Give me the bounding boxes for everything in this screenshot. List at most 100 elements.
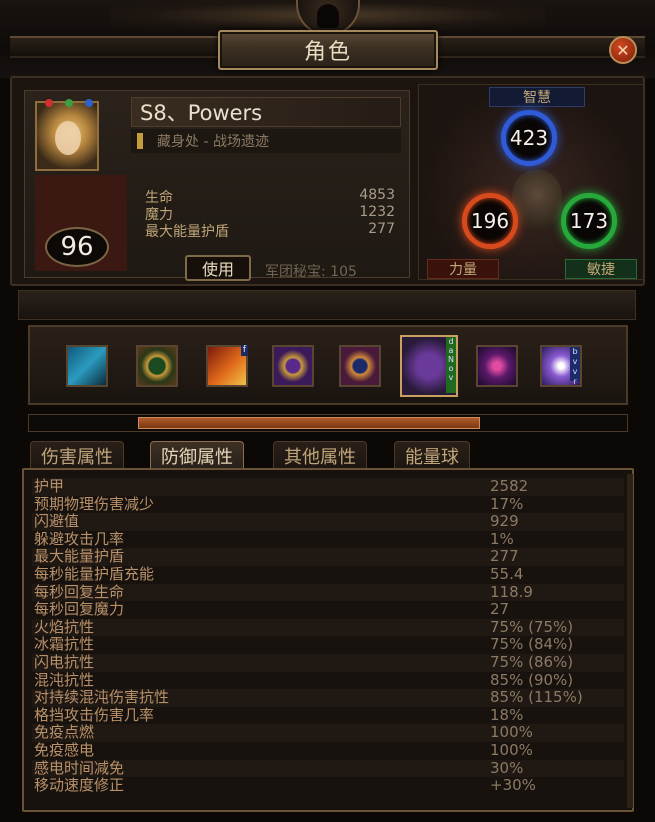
stat-label: 火焰抗性 xyxy=(34,617,95,636)
resource-label: 生命 xyxy=(145,190,173,206)
skill-bar: f d a N o v b v v r xyxy=(28,325,628,405)
attribute-statue-icon xyxy=(512,170,562,230)
level-badge: 96 xyxy=(45,227,109,267)
character-panel: 96 S8、Powers 藏身处 - 战场遗迹 生命 4853 魔力 1232 … xyxy=(10,76,645,286)
portrait-gem-blue-icon xyxy=(85,99,93,107)
intelligence-value[interactable]: 423 xyxy=(501,110,557,166)
skill-scrollbar-thumb[interactable] xyxy=(138,417,481,429)
stat-value: 1% xyxy=(490,529,514,548)
stat-row: 最大能量护盾 277 xyxy=(32,548,624,566)
stat-value: 17% xyxy=(490,494,524,513)
resource-row-mana: 魔力 1232 xyxy=(145,204,395,223)
stat-row: 移动速度修正 +30% xyxy=(32,777,624,795)
stat-label: 每秒回复魔力 xyxy=(34,600,125,619)
resource-value: 4853 xyxy=(359,187,395,203)
stat-label: 感电时间减免 xyxy=(34,758,125,777)
section-divider xyxy=(18,290,636,320)
title-plate: 角色 xyxy=(218,30,438,70)
stat-row: 免疫感电 100% xyxy=(32,742,624,760)
stat-label: 每秒回复生命 xyxy=(34,582,125,601)
stat-value: 2582 xyxy=(490,477,529,495)
level-value: 96 xyxy=(60,232,94,262)
intelligence-label: 智慧 xyxy=(489,87,585,107)
stat-row: 冰霜抗性 75% (84%) xyxy=(32,636,624,654)
location-text: 藏身处 - 战场遗迹 xyxy=(157,134,269,150)
character-portrait xyxy=(35,99,99,171)
resource-row-life: 生命 4853 xyxy=(145,187,395,206)
stats-scrollbar[interactable] xyxy=(627,474,633,808)
stat-row: 预期物理伤害减少 17% xyxy=(32,494,624,514)
strength-label: 力量 xyxy=(427,259,499,279)
resource-row-energy-shield: 最大能量护盾 277 xyxy=(145,221,395,240)
strength-value[interactable]: 196 xyxy=(462,193,518,249)
skill-pink-wave-icon[interactable] xyxy=(476,345,518,387)
stat-label: 护甲 xyxy=(34,477,65,495)
stat-row: 每秒能量护盾充能 55.4 xyxy=(32,566,624,584)
dexterity-value[interactable]: 173 xyxy=(561,193,617,249)
resource-label: 最大能量护盾 xyxy=(145,224,229,240)
skill-frost-leaf-icon[interactable]: b v v r xyxy=(540,345,582,387)
stat-label: 闪电抗性 xyxy=(34,653,95,671)
stat-value: +30% xyxy=(490,776,536,795)
stat-value: 100% xyxy=(490,741,533,759)
stat-row: 对持续混沌伤害抗性 85% (115%) xyxy=(32,689,624,707)
window-title: 角色 xyxy=(303,40,352,65)
attribute-panel: 智慧 423 196 173 力量 敏捷 xyxy=(418,84,644,280)
stat-value: 18% xyxy=(490,705,524,724)
skill-green-ring-icon[interactable] xyxy=(136,345,178,387)
dexterity-label: 敏捷 xyxy=(565,259,637,279)
stat-row: 火焰抗性 75% (75%) xyxy=(32,617,624,637)
skill-fire-runner-icon[interactable]: f xyxy=(206,345,248,387)
stat-label: 混沌抗性 xyxy=(34,670,95,689)
character-name: S8、Powers xyxy=(140,101,263,125)
portrait-gem-red-icon xyxy=(45,99,53,107)
skill-purple-rune-icon[interactable] xyxy=(272,345,314,387)
location-bar: 藏身处 - 战场遗迹 xyxy=(131,129,401,153)
stat-row: 每秒回复生命 118.9 xyxy=(32,582,624,602)
stat-value: 929 xyxy=(490,512,519,531)
stat-value: 100% xyxy=(490,723,533,742)
resource-label: 魔力 xyxy=(145,207,173,223)
stat-label: 格挡攻击伤害几率 xyxy=(34,705,155,724)
character-info: 96 S8、Powers 藏身处 - 战场遗迹 生命 4853 魔力 1232 … xyxy=(24,90,410,281)
skill-badge: d a N o v xyxy=(446,337,456,393)
stat-label: 闪避值 xyxy=(34,512,80,531)
stats-panel: 护甲 2582 预期物理伤害减少 17% 闪避值 929 躲避攻击几率 1% 最大能量护盾 277… xyxy=(22,468,634,812)
window-header: 角色 ✕ xyxy=(0,0,655,78)
skill-chaos-rune-icon[interactable] xyxy=(339,345,381,387)
tab-misc[interactable]: 其他属性 xyxy=(273,441,367,469)
stat-label: 每秒能量护盾充能 xyxy=(34,565,155,583)
stat-value: 75% (84%) xyxy=(490,635,574,654)
stat-row: 感电时间减免 30% xyxy=(32,758,624,778)
tab-charges[interactable]: 能量球 xyxy=(394,441,470,469)
stat-value: 27 xyxy=(490,600,510,619)
skill-scrollbar[interactable] xyxy=(28,414,628,432)
close-button[interactable]: ✕ xyxy=(609,36,637,64)
stat-value: 277 xyxy=(490,547,519,566)
tab-offense[interactable]: 伤害属性 xyxy=(30,441,124,469)
skill-badge: f xyxy=(240,345,248,356)
resource-value: 1232 xyxy=(359,204,395,220)
stat-row: 躲避攻击几率 1% xyxy=(32,529,624,549)
skill-selected-rune-icon[interactable]: d a N o v xyxy=(400,335,458,397)
stat-value: 85% (90%) xyxy=(490,670,574,689)
stat-label: 最大能量护盾 xyxy=(34,547,125,566)
skill-water-icon[interactable] xyxy=(66,345,108,387)
location-marker-icon xyxy=(137,133,143,149)
stat-label: 躲避攻击几率 xyxy=(34,529,125,548)
portrait-face xyxy=(55,121,81,155)
stat-label: 对持续混沌伤害抗性 xyxy=(34,688,170,707)
stat-value: 75% (75%) xyxy=(490,617,574,636)
stat-row: 格挡攻击伤害几率 18% xyxy=(32,705,624,725)
stat-value: 118.9 xyxy=(490,582,533,601)
stat-value: 30% xyxy=(490,758,524,777)
tab-defense[interactable]: 防御属性 xyxy=(150,441,244,469)
legion-jewel-count: 军团秘宝: 105 xyxy=(265,264,357,280)
portrait-gem-green-icon xyxy=(65,99,73,107)
stat-row: 闪避值 929 xyxy=(32,513,624,531)
use-button[interactable]: 使用 xyxy=(185,255,251,281)
stat-value: 75% (86%) xyxy=(490,653,574,671)
stat-label: 免疫点燃 xyxy=(34,723,95,742)
stat-row: 混沌抗性 85% (90%) xyxy=(32,670,624,690)
stat-value: 55.4 xyxy=(490,565,524,583)
